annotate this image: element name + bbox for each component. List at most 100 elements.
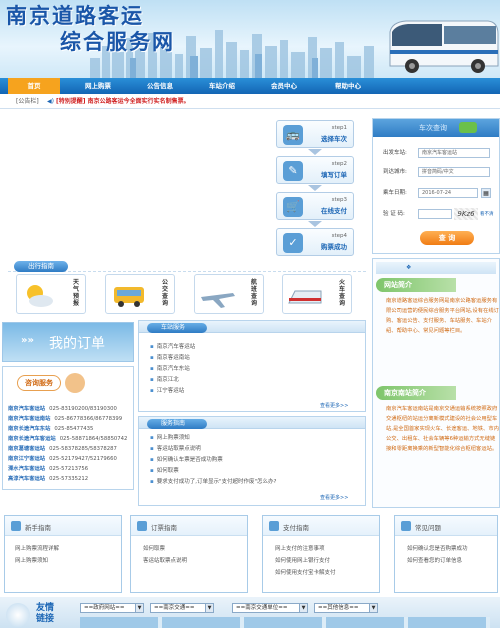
chevron-down-icon: ▼ [135, 604, 143, 612]
nav-stations[interactable]: 车站介绍 [194, 78, 250, 94]
cart-icon: 🛒 [283, 197, 303, 217]
contact-line: 南京汽车客运南站 025-86778366/86778399 [8, 416, 123, 422]
weather-forecast-tile[interactable]: 天气预报 [16, 274, 86, 314]
list-item[interactable]: 如何确认您是否购票成功 [407, 544, 468, 552]
nav-member[interactable]: 会员中心 [256, 78, 312, 94]
bus-query-tile[interactable]: 公交查询 [105, 274, 175, 314]
list-item[interactable]: ▪ 如何取票 [150, 467, 179, 475]
ticket-icon: ✓ [283, 233, 303, 253]
plane-icon [201, 293, 235, 308]
train-query-tile[interactable]: 火车查询 [282, 274, 352, 314]
arrow-down-icon [308, 185, 322, 191]
service-guide-more-link[interactable]: 查看更多>> [320, 494, 348, 501]
faq-box: 常见问题 如何确认您是否购票成功 如何查看您的订单信息 [394, 515, 498, 593]
step-select-trip: 🚌 step1 选择车次 [276, 120, 354, 148]
captcha-input[interactable] [418, 209, 452, 219]
list-item[interactable]: 客运站取票点说明 [143, 556, 187, 564]
other-info-select[interactable]: ==其他信息== ▼ [314, 603, 378, 613]
departure-station-field[interactable]: 南京汽车客运站 [418, 148, 490, 158]
atom-icon [6, 603, 30, 627]
list-item[interactable]: 如何使用支付宝卡解支付 [275, 568, 336, 576]
guide-icon [269, 521, 279, 531]
list-item[interactable]: ▪ 网上购票须知 [150, 434, 190, 442]
my-order-banner[interactable]: »» 我的订单 [2, 322, 134, 362]
south-station-title: 南京南站简介 [376, 386, 456, 400]
list-item[interactable]: ▪ 南京汽车客运站 [150, 343, 195, 351]
list-item[interactable]: ▪ 南京客运南站 [150, 354, 190, 362]
list-item[interactable]: 如何取票 [143, 544, 165, 552]
box-title: 支付指南 [283, 524, 309, 532]
main-nav: 首页 网上购票 公告信息 车站介绍 会员中心 帮助中心 [0, 78, 500, 94]
list-item[interactable]: ▪ 要求支付成功了,订单显示"支付超时作废"怎么办? [150, 478, 276, 486]
list-item[interactable]: ▪ 江宁客运站 [150, 387, 184, 395]
station-label: 出发车站: [383, 150, 407, 156]
city-label: 到达城市: [383, 169, 407, 175]
my-order-title: 我的订单 [49, 336, 105, 352]
travel-guide-title: 出行指南 [14, 261, 68, 272]
list-item[interactable]: ▪ 客运站取票点说明 [150, 445, 201, 453]
speaker-icon: ◀) [47, 98, 54, 105]
destination-city-input[interactable]: 拼音简码/中文 [418, 167, 490, 177]
captcha-label: 验 证 码: [383, 211, 405, 217]
chevron-down-icon: ▼ [369, 604, 377, 612]
step-purchase-success: ✓ step4 购票成功 [276, 228, 354, 256]
guide-icon [11, 521, 21, 531]
travel-date-input[interactable]: 2016-07-24 [418, 188, 478, 198]
friend-links-label: 友情链接 [36, 603, 55, 624]
customer-service-icon [65, 373, 85, 393]
newbie-guide-box: 新手指南 网上购票流程详解 网上购票须知 [4, 515, 122, 593]
arrow-down-icon [308, 149, 322, 155]
list-item[interactable]: ▪ 南京汽车东站 [150, 365, 190, 373]
contact-line: 南京葛塘客运站 025-58378285/58378287 [8, 446, 117, 452]
calendar-icon[interactable]: ▦ [481, 188, 491, 198]
list-item[interactable]: ▪ 如何确认车票是否成功购票 [150, 456, 223, 464]
service-guide-title: 服务指南 [147, 419, 207, 429]
nav-buy-ticket[interactable]: 网上购票 [70, 78, 126, 94]
notice-text[interactable]: [特别提醒] 南京公路客运今全面实行实名制售票。 [56, 96, 190, 108]
box-title: 新手指南 [25, 524, 51, 532]
site-intro-title: 网站简介 [376, 278, 456, 292]
notice-bar: [公告栏] ◀) [特别提醒] 南京公路客运今全面实行实名制售票。 [0, 96, 500, 109]
list-item[interactable]: 网上支付的注意事项 [275, 544, 325, 552]
contact-line: 南京江宁客运站 025-52179427/52179660 [8, 456, 117, 462]
station-service-title: 车站服务 [147, 323, 207, 333]
step-pay-online: 🛒 step3 在线支付 [276, 192, 354, 220]
refresh-captcha-link[interactable]: 看不清 [480, 211, 494, 217]
list-item[interactable]: 网上购票须知 [15, 556, 48, 564]
chevron-down-icon: ▼ [205, 604, 213, 612]
nav-home[interactable]: 首页 [8, 78, 60, 94]
list-item[interactable]: 网上购票流程详解 [15, 544, 59, 552]
station-service-more-link[interactable]: 查看更多>> [320, 402, 348, 409]
arrow-down-icon [308, 221, 322, 227]
flight-query-tile[interactable]: 航班查询 [194, 274, 264, 314]
box-title: 订票指南 [151, 524, 177, 532]
notice-label: [公告栏] [16, 98, 39, 105]
query-panel-title: 车次查询 [419, 124, 447, 132]
list-item[interactable]: 如何使用网上银行支付 [275, 556, 330, 564]
bus-icon: 🚌 [283, 125, 303, 145]
contact-line: 高淳汽车客运站 025-57335212 [8, 476, 89, 482]
site-intro-text: 南京道路客运综合服务网是南京公路客运服务有限公司运营的便民综合服务平台网站,设有… [386, 298, 499, 334]
bus-icon [114, 287, 144, 307]
weather-icon [27, 285, 53, 307]
date-label: 乘车日期: [383, 190, 407, 196]
nav-announcements[interactable]: 公告信息 [132, 78, 188, 94]
partner-logos-strip [80, 617, 490, 628]
nav-help[interactable]: 帮助中心 [318, 78, 378, 94]
captcha-image[interactable]: 9Kz6 [454, 208, 478, 220]
chevron-down-icon: ▼ [299, 604, 307, 612]
list-item[interactable]: 如何查看您的订单信息 [407, 556, 462, 564]
step-fill-order: ✎ step2 填写订单 [276, 156, 354, 184]
consult-title: 咨询服务 [17, 375, 61, 391]
box-title: 常见问题 [415, 524, 441, 532]
side-panel-title: ❖ [406, 264, 412, 271]
bus-icon [459, 122, 477, 133]
guide-icon [401, 521, 411, 531]
query-button[interactable]: 查 询 [420, 231, 474, 245]
payment-guide-box: 支付指南 网上支付的注意事项 如何使用网上银行支付 如何使用支付宝卡解支付 [262, 515, 380, 593]
gov-sites-select[interactable]: ==政府网站== ▼ [80, 603, 144, 613]
list-item[interactable]: ▪ 南京江北 [150, 376, 179, 384]
transport-units-select[interactable]: ==南京交通单位== ▼ [232, 603, 308, 613]
site-title-line2: 综合服务网 [60, 29, 175, 54]
nanjing-transport-select[interactable]: ==南京交通== ▼ [150, 603, 214, 613]
